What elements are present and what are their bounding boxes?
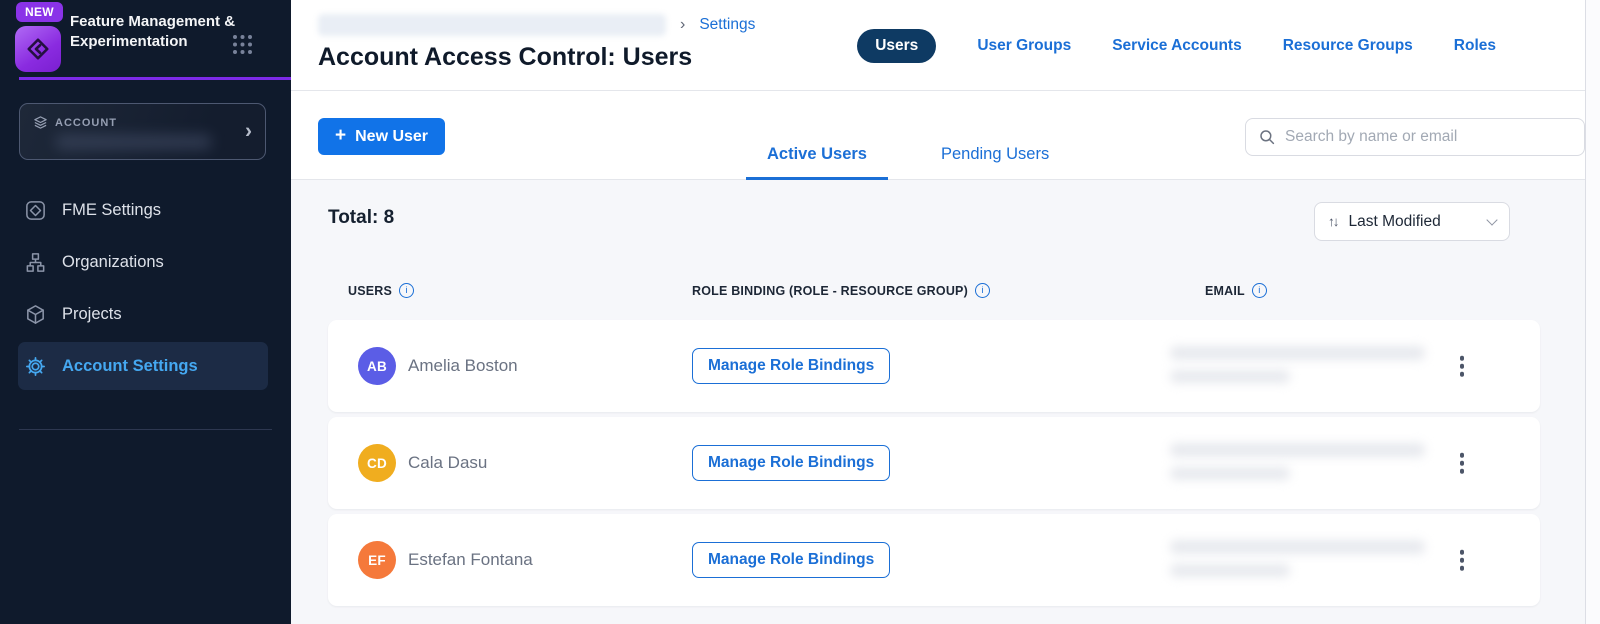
info-icon[interactable]: i [1252, 283, 1267, 298]
sidebar: NEW Feature Management & Experimentation… [0, 0, 291, 624]
chevron-down-icon [1486, 214, 1497, 225]
new-badge: NEW [16, 2, 63, 22]
info-icon[interactable]: i [975, 283, 990, 298]
email-redacted [1170, 441, 1430, 487]
table-row: CD Cala Dasu Manage Role Bindings [328, 417, 1540, 509]
column-users: USERS [348, 284, 392, 298]
email-redacted [1170, 538, 1430, 584]
user-name: Estefan Fontana [408, 550, 533, 570]
chevron-right-icon: › [680, 16, 685, 34]
sidebar-item-label: Organizations [62, 253, 164, 272]
access-control-nav: Users User Groups Service Accounts Resou… [857, 29, 1496, 63]
search-icon [1258, 128, 1276, 146]
gear-icon [24, 355, 47, 378]
nav-tab-service-accounts[interactable]: Service Accounts [1112, 37, 1242, 55]
organizations-icon [24, 251, 47, 274]
app-title: Feature Management & Experimentation [70, 12, 242, 52]
nav-tab-resource-groups[interactable]: Resource Groups [1283, 37, 1413, 55]
tab-pending-users[interactable]: Pending Users [920, 131, 1070, 180]
sidebar-item-fme-settings[interactable]: FME Settings [18, 186, 268, 234]
avatar: CD [358, 444, 396, 482]
table-row: EF Estefan Fontana Manage Role Bindings [328, 514, 1540, 606]
chevron-right-icon: › [245, 120, 252, 141]
sidebar-item-account-settings[interactable]: Account Settings [18, 342, 268, 390]
kebab-menu-icon[interactable] [1456, 352, 1469, 381]
user-tabs: Active Users Pending Users [746, 131, 1070, 180]
sidebar-menu: FME Settings Organizations Projects [18, 186, 268, 390]
page-header: › Settings Account Access Control: Users… [291, 0, 1585, 91]
users-panel: Total: 8 ↑↓ Last Modified USERS i ROLE B… [291, 180, 1585, 624]
account-name-redacted [56, 135, 211, 149]
sort-dropdown[interactable]: ↑↓ Last Modified [1314, 202, 1510, 241]
table-row: AB Amelia Boston Manage Role Bindings [328, 320, 1540, 412]
table-header: USERS i ROLE BINDING (ROLE - RESOURCE GR… [291, 283, 1585, 301]
email-redacted [1170, 344, 1430, 390]
user-name: Amelia Boston [408, 356, 518, 376]
avatar: EF [358, 541, 396, 579]
search-input[interactable] [1285, 128, 1572, 146]
total-count: Total: 8 [328, 207, 394, 229]
fme-settings-icon [24, 199, 47, 222]
tab-active-users[interactable]: Active Users [746, 131, 888, 180]
plus-icon: + [335, 125, 346, 147]
avatar: AB [358, 347, 396, 385]
sidebar-item-label: Projects [62, 305, 122, 324]
breadcrumb-settings-link[interactable]: Settings [699, 16, 755, 34]
info-icon[interactable]: i [399, 283, 414, 298]
breadcrumb: › Settings [318, 13, 755, 37]
column-role-binding: ROLE BINDING (ROLE - RESOURCE GROUP) [692, 284, 968, 298]
sidebar-item-label: Account Settings [62, 357, 198, 376]
new-user-button[interactable]: + New User [318, 118, 445, 155]
sort-selected-value: Last Modified [1349, 213, 1480, 231]
nav-tab-users[interactable]: Users [857, 29, 936, 63]
column-email: EMAIL [1205, 284, 1245, 298]
sidebar-item-organizations[interactable]: Organizations [18, 238, 268, 286]
breadcrumb-account-redacted[interactable] [318, 14, 666, 36]
sidebar-item-label: FME Settings [62, 201, 161, 220]
projects-cube-icon [24, 303, 47, 326]
sidebar-item-projects[interactable]: Projects [18, 290, 268, 338]
account-selector[interactable]: ACCOUNT › [19, 103, 266, 160]
new-user-label: New User [355, 128, 428, 146]
account-label: ACCOUNT [55, 117, 117, 129]
user-name: Cala Dasu [408, 453, 487, 473]
main-area: › Settings Account Access Control: Users… [291, 0, 1600, 624]
layers-icon [33, 115, 48, 130]
nav-tab-user-groups[interactable]: User Groups [977, 37, 1071, 55]
sidebar-divider [19, 429, 272, 430]
page-title: Account Access Control: Users [318, 43, 692, 72]
manage-role-bindings-button[interactable]: Manage Role Bindings [692, 542, 890, 578]
sidebar-accent-divider [19, 77, 291, 80]
manage-role-bindings-button[interactable]: Manage Role Bindings [692, 445, 890, 481]
search-box [1245, 118, 1585, 156]
app-switcher-grid-icon[interactable] [231, 33, 254, 61]
kebab-menu-icon[interactable] [1456, 449, 1469, 478]
kebab-menu-icon[interactable] [1456, 546, 1469, 575]
sort-arrows-icon: ↑↓ [1328, 214, 1338, 229]
manage-role-bindings-button[interactable]: Manage Role Bindings [692, 348, 890, 384]
toolbar: + New User Active Users Pending Users [291, 91, 1585, 180]
scroll-gutter [1585, 0, 1600, 624]
app-logo-icon [15, 26, 61, 72]
nav-tab-roles[interactable]: Roles [1454, 37, 1496, 55]
